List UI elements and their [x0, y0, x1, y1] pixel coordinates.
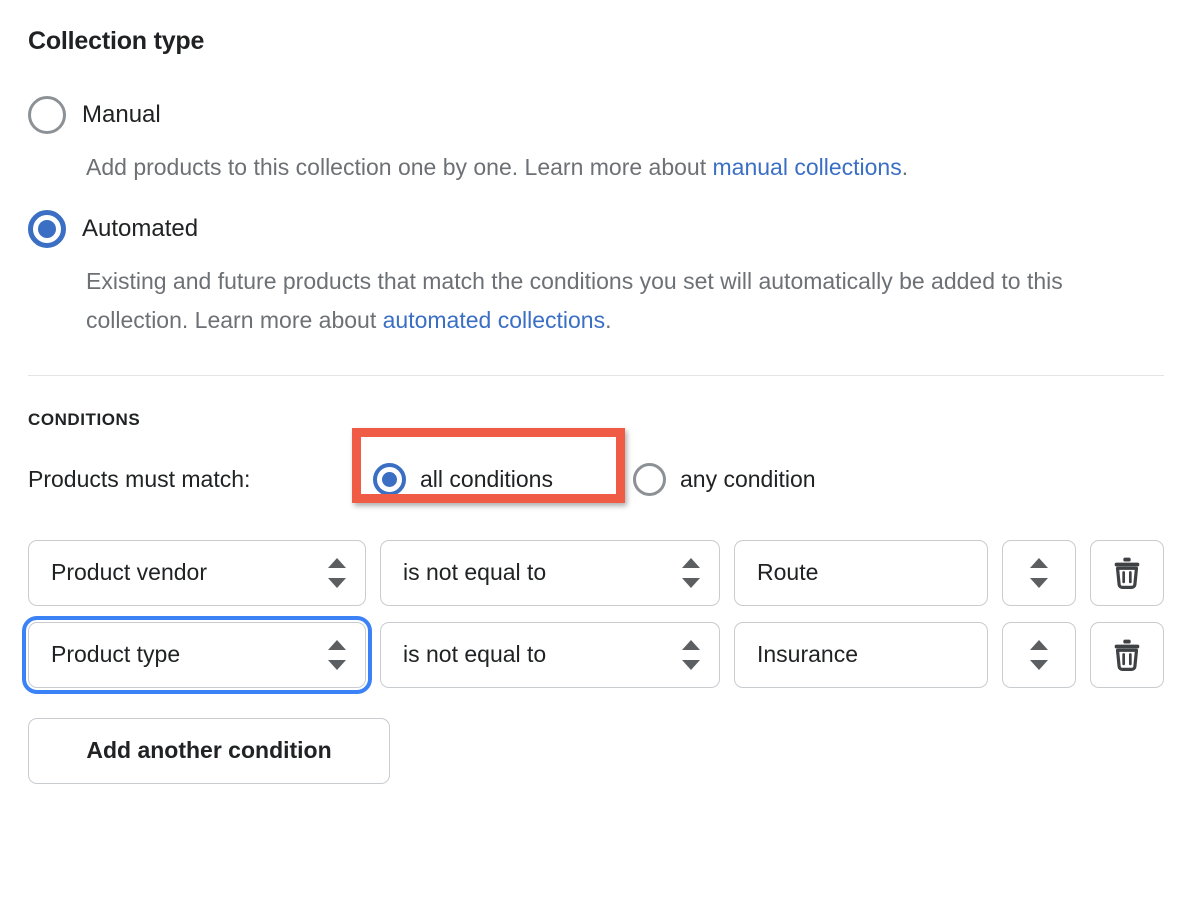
condition-value-stepper[interactable] [1002, 539, 1076, 606]
condition-delete-button[interactable] [1090, 539, 1164, 606]
condition-attribute-value: Product type [51, 641, 181, 668]
collection-type-option-manual[interactable]: Manual [28, 96, 1164, 134]
collection-type-option-automated[interactable]: Automated [28, 209, 1164, 248]
condition-value-input[interactable]: Insurance [734, 621, 988, 688]
collection-type-section: Collection type Manual Add products to t… [0, 0, 1192, 376]
match-option-any-condition[interactable]: any condition [633, 463, 816, 497]
chevron-updown-icon [1029, 638, 1049, 672]
conditions-heading: CONDITIONS [28, 409, 141, 429]
radio-any-condition-label: any condition [680, 466, 816, 493]
page-title: Collection type [28, 27, 205, 55]
radio-any-condition[interactable] [633, 463, 666, 497]
automated-description-period: . [605, 307, 612, 334]
automated-collections-link[interactable]: automated collections [383, 307, 605, 333]
condition-value-text: Route [757, 559, 819, 586]
trash-icon [1114, 557, 1140, 589]
products-must-match-label: Products must match: [28, 466, 251, 493]
condition-operator-value: is not equal to [403, 559, 547, 586]
condition-row: Product vendor is not equal to Route [28, 539, 1164, 606]
manual-description-text: Add products to this collection one by o… [86, 154, 713, 180]
chevron-updown-icon [681, 556, 701, 590]
chevron-updown-icon [681, 638, 701, 672]
condition-attribute-select[interactable]: Product type [22, 615, 372, 694]
manual-description: Add products to this collection one by o… [28, 148, 1164, 188]
match-option-all-conditions[interactable]: all conditions [373, 463, 553, 497]
condition-operator-value: is not equal to [403, 641, 547, 668]
condition-value-input[interactable]: Route [734, 539, 988, 606]
condition-attribute-select[interactable]: Product vendor [28, 539, 366, 606]
radio-manual[interactable] [28, 96, 66, 134]
radio-automated-label: Automated [82, 214, 199, 242]
condition-rows: Product vendor is not equal to Route Pro… [22, 539, 1164, 784]
automated-description: Existing and future products that match … [28, 262, 1164, 341]
trash-icon [1114, 639, 1140, 671]
manual-description-period: . [901, 154, 909, 180]
condition-operator-select[interactable]: is not equal to [380, 621, 720, 688]
chevron-updown-icon [327, 556, 347, 590]
products-must-match-row: Products must match: all conditions any … [28, 427, 1164, 504]
radio-manual-label: Manual [82, 101, 161, 128]
add-another-condition-button[interactable]: Add another condition [28, 717, 390, 784]
chevron-updown-icon [1029, 556, 1049, 590]
radio-all-conditions[interactable] [373, 463, 406, 497]
condition-value-text: Insurance [757, 641, 859, 668]
condition-delete-button[interactable] [1090, 621, 1164, 688]
condition-value-stepper[interactable] [1002, 621, 1076, 688]
manual-collections-link[interactable]: manual collections [713, 154, 902, 180]
radio-all-conditions-label: all conditions [420, 466, 553, 493]
conditions-section: CONDITIONS Products must match: all cond… [0, 376, 1192, 784]
radio-automated[interactable] [28, 209, 66, 248]
chevron-updown-icon [327, 638, 347, 672]
condition-row: Product type is not equal to Insurance [22, 615, 1164, 694]
condition-attribute-value: Product vendor [51, 559, 207, 586]
condition-operator-select[interactable]: is not equal to [380, 539, 720, 606]
